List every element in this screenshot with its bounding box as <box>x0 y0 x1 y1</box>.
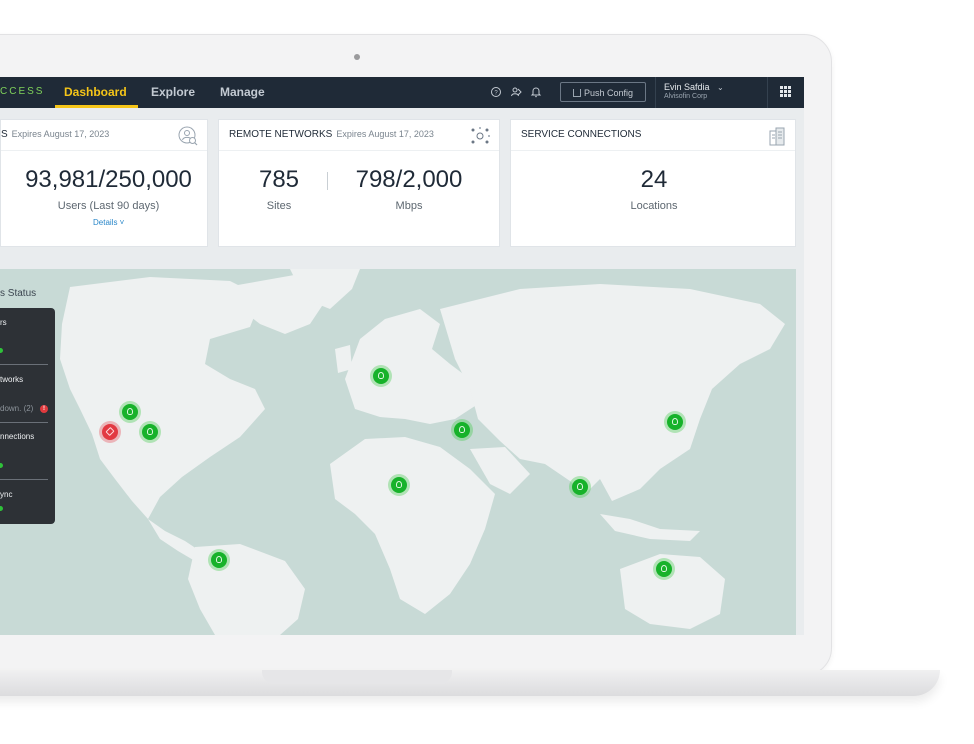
status-ok-dot <box>0 348 3 353</box>
metric-divider <box>327 172 328 190</box>
users-card-title: S <box>1 129 8 140</box>
laptop-notch <box>262 670 452 684</box>
svg-text:?: ? <box>494 91 498 97</box>
brand-logo: CCESS <box>0 86 45 97</box>
tab-dashboard[interactable]: Dashboard <box>64 85 127 99</box>
status-connections-label: nnections <box>0 432 35 441</box>
world-map-land <box>60 269 785 635</box>
top-navbar: CCESS Dashboard Explore Manage ? Push Co… <box>0 77 804 108</box>
remote-card-header: REMOTE NETWORKS Expires August 17, 2023 <box>229 129 434 140</box>
location-marker[interactable] <box>119 401 141 423</box>
remote-card-title: REMOTE NETWORKS <box>229 129 333 140</box>
chevron-down-icon[interactable]: ⌄ <box>717 83 724 92</box>
bell-icon[interactable] <box>530 86 542 98</box>
status-sync-label: ync <box>0 490 13 499</box>
location-marker[interactable] <box>569 476 591 498</box>
status-users-label: rs <box>0 318 7 327</box>
card-divider <box>511 150 795 151</box>
laptop-base <box>0 670 940 696</box>
user-menu[interactable]: Evin Safdia Alvisofin Corp <box>664 82 710 100</box>
status-panel: rs tworks down. (2) ! nnections ync <box>0 308 55 524</box>
service-card-title: SERVICE CONNECTIONS <box>521 129 642 140</box>
card-divider <box>1 150 207 151</box>
users-label: Users (Last 90 days) <box>57 200 160 212</box>
alert-icon: ! <box>40 405 48 413</box>
card-divider <box>219 150 499 151</box>
nav-divider <box>655 77 656 108</box>
user-group-icon[interactable] <box>510 86 522 98</box>
status-networks-label: tworks <box>0 375 24 384</box>
users-value: 93,981/250,000 <box>25 166 192 193</box>
users-card-header: S Expires August 17, 2023 <box>1 129 109 140</box>
mbps-label: Mbps <box>395 200 423 212</box>
user-search-icon <box>177 125 199 147</box>
locations-label: Locations <box>630 200 678 212</box>
status-ok-dot <box>0 463 3 468</box>
webcam <box>354 54 360 60</box>
mbps-value: 798/2,000 <box>355 166 463 193</box>
sites-label: Sites <box>266 200 292 212</box>
upload-icon <box>572 89 581 97</box>
user-name: Evin Safdia <box>664 82 710 92</box>
push-config-label: Push Config <box>583 88 634 98</box>
location-marker[interactable] <box>139 421 161 443</box>
remote-expiry: Expires August 17, 2023 <box>336 129 434 139</box>
location-marker[interactable] <box>653 558 675 580</box>
users-expiry: Expires August 17, 2023 <box>11 129 110 139</box>
location-marker[interactable] <box>664 411 686 433</box>
building-icon <box>766 125 788 147</box>
service-connections-card: SERVICE CONNECTIONS 24 Locations <box>510 119 796 247</box>
user-org: Alvisofin Corp <box>664 93 708 100</box>
status-ok-dot <box>0 506 3 511</box>
location-marker[interactable] <box>370 365 392 387</box>
network-nodes-icon <box>469 125 491 147</box>
users-card: S Expires August 17, 2023 93,981/250,000 … <box>0 119 208 247</box>
remote-networks-card: REMOTE NETWORKS Expires August 17, 2023 7… <box>218 119 500 247</box>
locations-value: 24 <box>640 166 668 193</box>
sites-value: 785 <box>258 166 300 193</box>
location-marker-down[interactable] <box>99 421 121 443</box>
tab-manage[interactable]: Manage <box>220 85 265 99</box>
location-marker[interactable] <box>388 474 410 496</box>
status-divider <box>0 479 48 480</box>
location-marker[interactable] <box>451 419 473 441</box>
help-icon[interactable]: ? <box>490 86 502 98</box>
screen: CCESS Dashboard Explore Manage ? Push Co… <box>0 77 804 635</box>
status-divider <box>0 364 48 365</box>
location-marker[interactable] <box>208 549 230 571</box>
active-tab-indicator <box>55 105 138 108</box>
tab-explore[interactable]: Explore <box>151 85 195 99</box>
world-map[interactable]: s Status rs tworks down. (2) ! nnections… <box>0 269 796 635</box>
status-down-text: down. (2) <box>0 404 34 413</box>
push-config-button[interactable]: Push Config <box>560 82 646 102</box>
status-divider <box>0 422 48 423</box>
app-grid-icon[interactable] <box>780 86 792 98</box>
details-link[interactable]: Details ˅ <box>93 218 124 227</box>
nav-divider <box>767 77 768 108</box>
status-panel-title: s Status <box>0 288 37 299</box>
